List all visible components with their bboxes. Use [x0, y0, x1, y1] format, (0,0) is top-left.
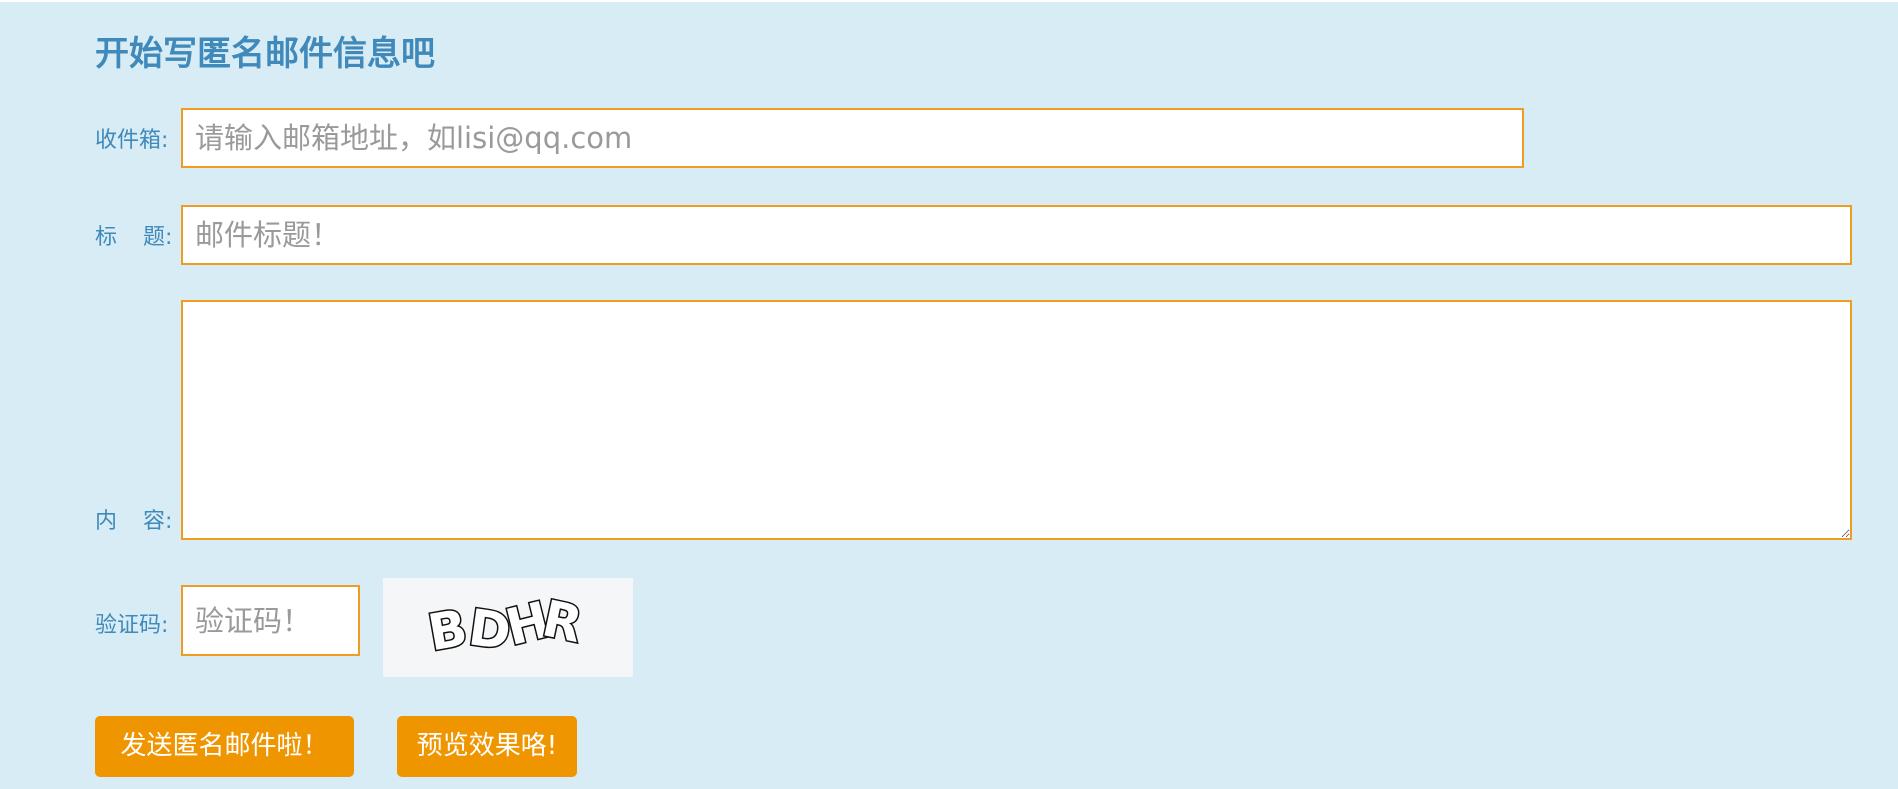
- form-title: 开始写匿名邮件信息吧: [95, 34, 435, 74]
- send-anonymous-mail-button[interactable]: 发送匿名邮件啦！: [95, 716, 354, 777]
- captcha-char: B: [424, 599, 472, 663]
- mail-form-panel: 开始写匿名邮件信息吧 收件箱: 标题: 内容: 验证码: B D H R 发送匿…: [0, 2, 1898, 789]
- captcha-label: 验证码:: [95, 613, 169, 638]
- preview-button[interactable]: 预览效果咯!: [397, 716, 577, 777]
- captcha-char: R: [538, 589, 588, 654]
- subject-label: 标题:: [95, 224, 172, 252]
- captcha-image[interactable]: B D H R: [383, 578, 633, 677]
- content-label-part2: 容:: [143, 509, 173, 534]
- captcha-input[interactable]: [181, 585, 360, 656]
- captcha-image-graphic: B D H R: [422, 588, 588, 664]
- recipient-label: 收件箱:: [95, 128, 169, 153]
- subject-label-part2: 题:: [143, 225, 173, 250]
- subject-input[interactable]: [181, 205, 1852, 265]
- recipient-input[interactable]: [181, 108, 1524, 168]
- subject-label-part1: 标: [95, 225, 118, 250]
- content-label-part1: 内: [95, 509, 118, 534]
- content-label: 内容:: [95, 508, 172, 536]
- content-textarea[interactable]: [181, 300, 1852, 540]
